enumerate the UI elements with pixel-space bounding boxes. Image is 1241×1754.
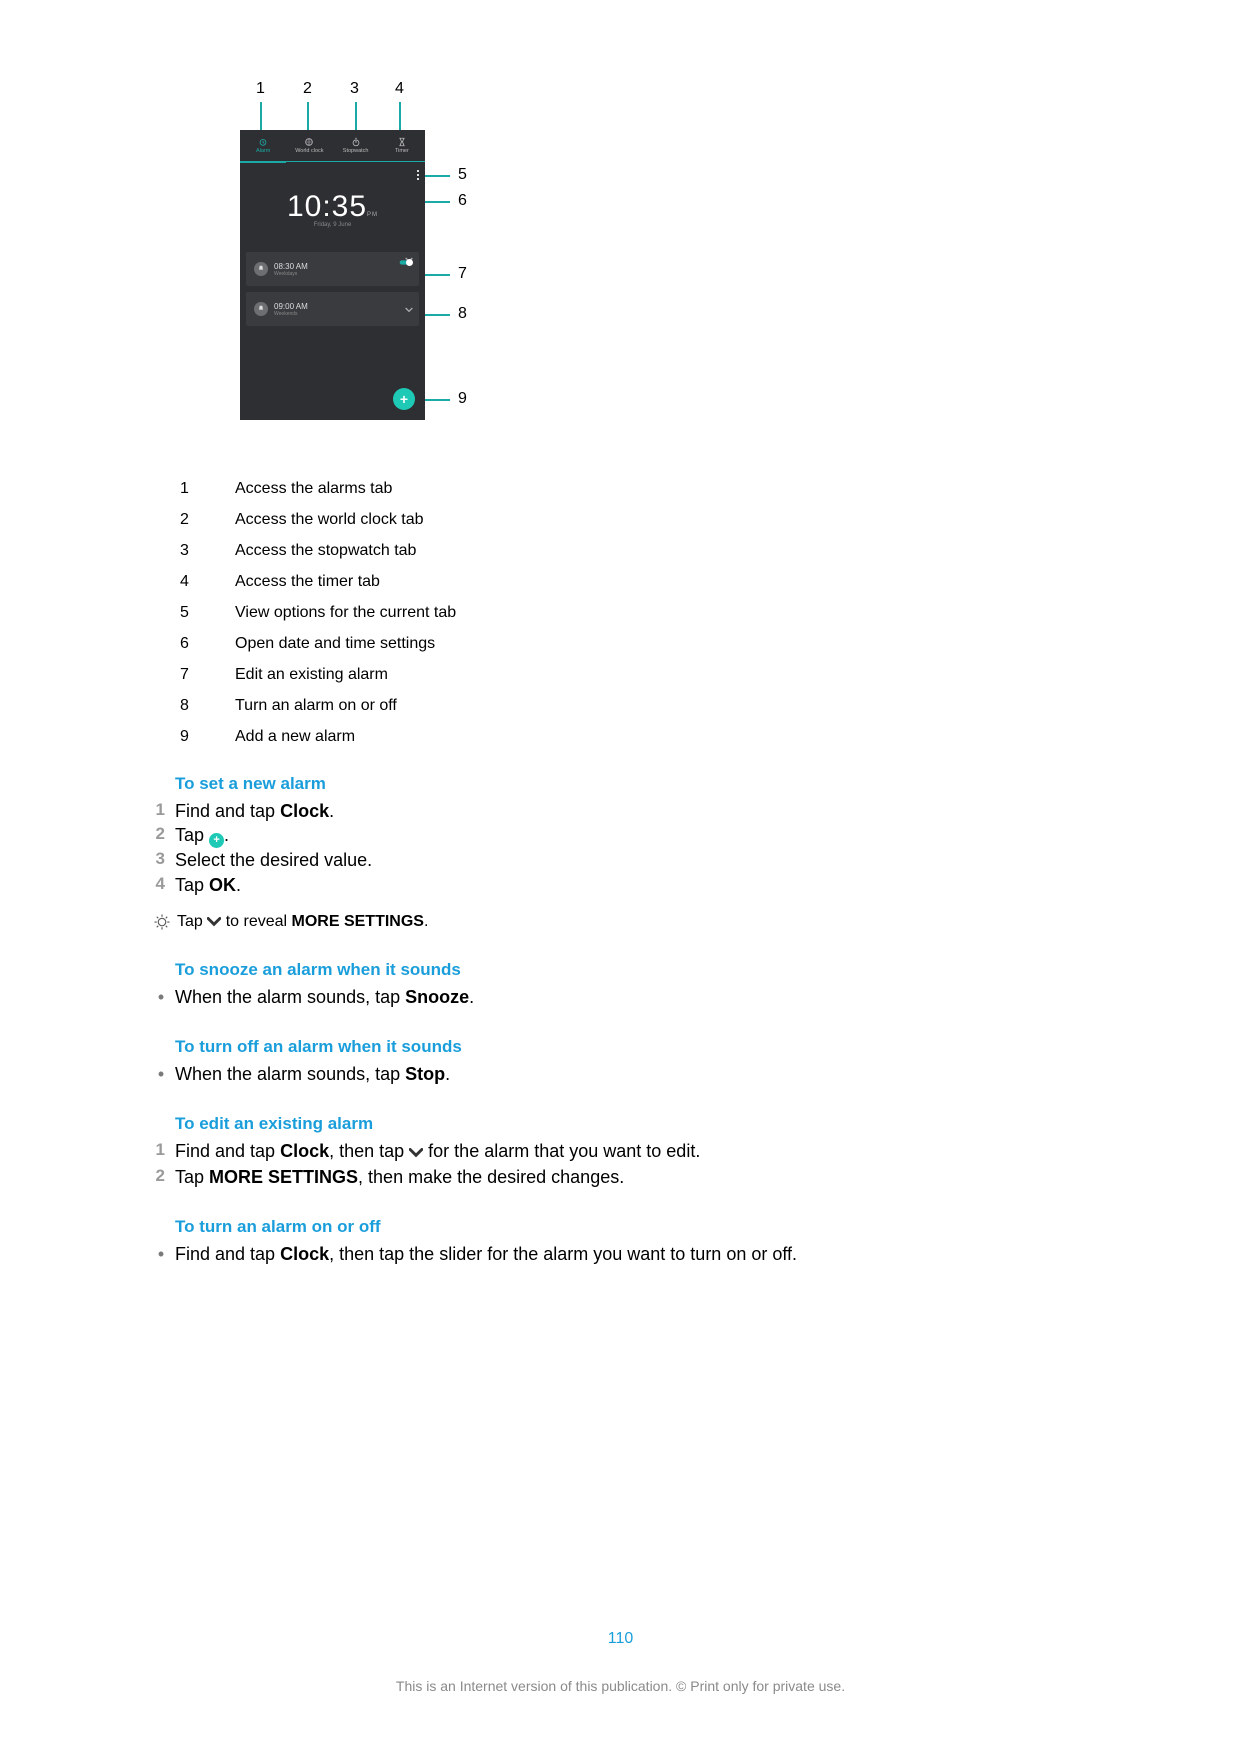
- tip-icon: [147, 913, 177, 931]
- alarm-time: 09:00 AM: [274, 302, 308, 311]
- plus-icon: +: [209, 833, 224, 848]
- bullet-icon: •: [147, 985, 175, 1009]
- legend-row: 4Access the timer tab: [180, 573, 1065, 591]
- callout-line: [423, 314, 450, 316]
- step-text: Tap OK.: [175, 873, 241, 897]
- tab-stopwatch[interactable]: Stopwatch: [333, 130, 379, 161]
- bullet-row: • Find and tap Clock, then tap the slide…: [147, 1242, 1065, 1266]
- callout-number: 9: [458, 390, 467, 408]
- chevron-down-icon: [409, 1140, 423, 1164]
- plus-icon: +: [400, 391, 408, 407]
- stopwatch-icon: [351, 137, 361, 147]
- chevron-down-icon[interactable]: [405, 306, 413, 315]
- alarm-icon: [258, 137, 268, 147]
- tip-text: Tap to reveal MORE SETTINGS.: [177, 913, 428, 932]
- callout-number: 1: [256, 80, 265, 98]
- bell-icon: [254, 262, 268, 276]
- step-text: Tap MORE SETTINGS, then make the desired…: [175, 1165, 624, 1189]
- alarm-label: Weekdays: [274, 271, 308, 277]
- alarm-time: 08:30 AM: [274, 262, 308, 271]
- tab-world-clock[interactable]: World clock: [286, 130, 332, 161]
- chevron-down-icon: [207, 914, 221, 932]
- bullet-row: • When the alarm sounds, tap Stop.: [147, 1062, 1065, 1086]
- tab-bar: Alarm World clock Stopwatch Timer: [240, 130, 425, 162]
- tab-alarm[interactable]: Alarm: [240, 130, 286, 161]
- step-row: 1 Find and tap Clock.: [147, 799, 1065, 823]
- bullet-text: When the alarm sounds, tap Stop.: [175, 1062, 450, 1086]
- legend-row: 1Access the alarms tab: [180, 480, 1065, 498]
- tab-label: World clock: [295, 148, 323, 154]
- current-time-display[interactable]: 10:35PM Friday, 9 June: [240, 190, 425, 228]
- callout-number: 7: [458, 265, 467, 283]
- callout-line: [422, 175, 450, 177]
- step-text: Find and tap Clock, then tap for the ala…: [175, 1139, 700, 1164]
- section-heading: To snooze an alarm when it sounds: [175, 960, 1065, 980]
- active-tab-underline: [240, 161, 286, 163]
- tip-row: Tap to reveal MORE SETTINGS.: [147, 913, 1065, 932]
- step-row: 1 Find and tap Clock, then tap for the a…: [147, 1139, 1065, 1164]
- page-number: 110: [0, 1630, 1241, 1648]
- alarm-item[interactable]: 09:00 AM Weekends: [246, 292, 419, 326]
- legend-row: 9Add a new alarm: [180, 728, 1065, 746]
- tab-label: Timer: [395, 148, 409, 154]
- tab-timer[interactable]: Timer: [379, 130, 425, 161]
- step-row: 2 Tap +.: [147, 823, 1065, 848]
- step-text: Select the desired value.: [175, 848, 372, 872]
- callout-number: 2: [303, 80, 312, 98]
- callout-legend: 1Access the alarms tab 2Access the world…: [180, 480, 1065, 746]
- legend-row: 7Edit an existing alarm: [180, 666, 1065, 684]
- step-row: 4 Tap OK.: [147, 873, 1065, 897]
- footer-note: This is an Internet version of this publ…: [0, 1678, 1241, 1694]
- alarm-toggle-on[interactable]: [399, 258, 413, 267]
- world-clock-icon: [304, 137, 314, 147]
- legend-row: 2Access the world clock tab: [180, 511, 1065, 529]
- callout-number: 5: [458, 166, 467, 184]
- alarm-label: Weekends: [274, 311, 308, 317]
- section-heading: To edit an existing alarm: [175, 1114, 1065, 1134]
- step-text: Tap +.: [175, 823, 229, 848]
- clock-app-screenshot: Alarm World clock Stopwatch Timer: [240, 130, 425, 420]
- callout-number: 6: [458, 192, 467, 210]
- alarm-item[interactable]: 08:30 AM Weekdays: [246, 252, 419, 286]
- callout-number: 3: [350, 80, 359, 98]
- section-heading: To set a new alarm: [175, 774, 1065, 794]
- bullet-icon: •: [147, 1242, 175, 1266]
- options-menu-button[interactable]: [417, 170, 419, 180]
- bullet-row: • When the alarm sounds, tap Snooze.: [147, 985, 1065, 1009]
- add-alarm-fab[interactable]: +: [393, 388, 415, 410]
- step-row: 2 Tap MORE SETTINGS, then make the desir…: [147, 1165, 1065, 1189]
- step-text: Find and tap Clock.: [175, 799, 334, 823]
- bullet-text: When the alarm sounds, tap Snooze.: [175, 985, 474, 1009]
- bell-icon: [254, 302, 268, 316]
- timer-icon: [397, 137, 407, 147]
- callout-number: 4: [395, 80, 404, 98]
- bullet-text: Find and tap Clock, then tap the slider …: [175, 1242, 797, 1266]
- step-row: 3 Select the desired value.: [147, 848, 1065, 872]
- annotated-screenshot: 1 2 3 4 5 6 7 8 9 A: [210, 80, 690, 440]
- legend-row: 3Access the stopwatch tab: [180, 542, 1065, 560]
- legend-row: 8Turn an alarm on or off: [180, 697, 1065, 715]
- date-value: Friday, 9 June: [240, 222, 425, 228]
- callout-number: 8: [458, 305, 467, 323]
- tab-label: Stopwatch: [343, 148, 369, 154]
- time-ampm: PM: [367, 212, 378, 218]
- time-value: 10:35: [287, 190, 367, 223]
- bullet-icon: •: [147, 1062, 175, 1086]
- section-heading: To turn an alarm on or off: [175, 1217, 1065, 1237]
- legend-row: 5View options for the current tab: [180, 604, 1065, 622]
- section-heading: To turn off an alarm when it sounds: [175, 1037, 1065, 1057]
- legend-row: 6Open date and time settings: [180, 635, 1065, 653]
- tab-label: Alarm: [256, 148, 270, 154]
